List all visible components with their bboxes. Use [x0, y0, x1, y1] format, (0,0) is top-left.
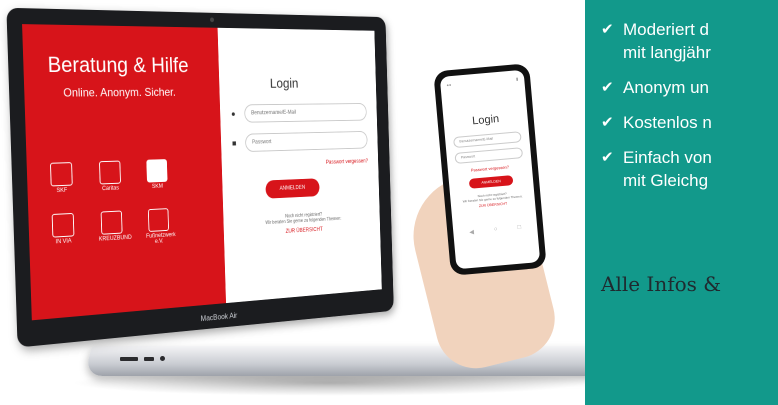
- phone: ●● ▮ Login Benutzername/E-Mail Passwort P…: [433, 63, 547, 276]
- logo-caritas[interactable]: Caritas: [96, 160, 124, 192]
- fuss-icon: [147, 208, 170, 232]
- laptop-ports: [120, 356, 165, 361]
- checkmark-icon: ✔: [601, 79, 614, 96]
- username-row: ● Benutzername/E-Mail: [231, 103, 367, 123]
- kreuzbund-icon: [100, 210, 123, 235]
- port: [144, 356, 154, 361]
- invia-icon: [51, 212, 75, 238]
- phone-nav-bar: ◀ ○ □: [459, 224, 531, 237]
- username-input[interactable]: Benutzername/E-Mail: [243, 103, 367, 123]
- laptop-screen: Beratung & Hilfe Online. Anonym. Sicher.…: [22, 24, 382, 321]
- checkmark-icon: ✔: [601, 114, 614, 131]
- password-row: ■ Passwort: [231, 130, 368, 153]
- skm-icon: [146, 159, 168, 183]
- scene: Beratung & Hilfe Online. Anonym. Sicher.…: [0, 0, 778, 405]
- laptop-lid: Beratung & Hilfe Online. Anonym. Sicher.…: [6, 7, 394, 348]
- checkmark-icon: ✔: [601, 149, 614, 166]
- login-title: Login: [269, 75, 299, 92]
- feature-panel: ✔ Moderiert d mit langjähr ✔ Anonym un ✔ Kos…: [585, 0, 778, 405]
- caritas-icon: [99, 160, 121, 185]
- password-input[interactable]: Passwort: [244, 130, 368, 153]
- brand-panel: Beratung & Hilfe Online. Anonym. Sicher.…: [22, 24, 226, 321]
- login-button[interactable]: ANMELDEN: [265, 178, 320, 199]
- logo-skf[interactable]: SKF: [47, 162, 76, 194]
- battery-icon: ▮: [515, 76, 519, 82]
- logo-skm[interactable]: SKM: [144, 159, 171, 190]
- phone-forgot-link[interactable]: Passwort vergessen?: [454, 163, 526, 174]
- phone-username-input[interactable]: Benutzername/E-Mail: [453, 131, 522, 149]
- home-icon[interactable]: ○: [494, 227, 498, 234]
- feature-item: ✔ Anonym un: [601, 78, 709, 97]
- skf-icon: [49, 162, 73, 187]
- lock-icon: ■: [231, 138, 237, 148]
- phone-login-title: Login: [471, 113, 500, 128]
- phone-login-button[interactable]: ANMELDEN: [468, 175, 514, 189]
- phone-screen: ●● ▮ Login Benutzername/E-Mail Passwort P…: [439, 69, 541, 270]
- port: [120, 356, 138, 361]
- brand-title: Beratung & Hilfe: [47, 52, 189, 77]
- user-icon: ●: [231, 109, 236, 119]
- feature-item: ✔ Kostenlos n: [601, 113, 712, 132]
- phone-status-bar: ●● ▮: [446, 76, 518, 87]
- recent-apps-icon[interactable]: □: [517, 225, 521, 232]
- feature-item: ✔ Moderiert d mit langjähr: [601, 20, 711, 62]
- feature-item: ✔ Einfach von mit Gleichg: [601, 148, 712, 190]
- brand-tagline: Online. Anonym. Sicher.: [63, 85, 176, 100]
- logo-fuss[interactable]: Fußnetzwerk e.V.: [145, 208, 176, 245]
- feature-list: ✔ Moderiert d mit langjähr ✔ Anonym un ✔ Kos…: [601, 18, 778, 204]
- more-info-link[interactable]: Alle Infos &: [601, 272, 721, 296]
- partner-logos: SKF Caritas SKM IN VIA KREUZBUND Fußnetz…: [47, 158, 199, 251]
- phone-password-input[interactable]: Passwort: [454, 147, 524, 164]
- camera-icon: [209, 17, 215, 23]
- logo-kreuzbund[interactable]: KREUZBUND: [98, 210, 132, 248]
- port: [160, 356, 165, 361]
- logo-invia[interactable]: IN VIA: [49, 212, 78, 252]
- back-icon[interactable]: ◀: [469, 229, 474, 236]
- login-panel: Login ● Benutzername/E-Mail ■ Passwort P…: [217, 28, 382, 303]
- signal-icon: ●●: [446, 82, 452, 88]
- forgot-password-link[interactable]: Passwort vergessen?: [233, 159, 368, 169]
- checkmark-icon: ✔: [601, 21, 614, 38]
